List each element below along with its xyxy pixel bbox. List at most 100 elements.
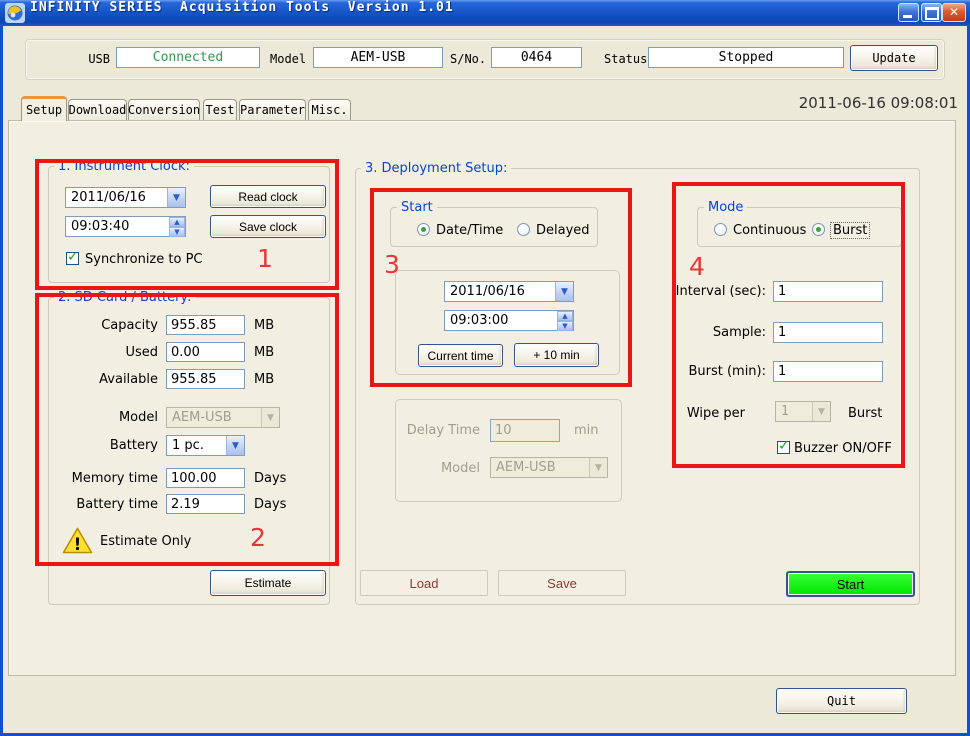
wipe-per-unit: Burst [848, 406, 882, 421]
radio-burst[interactable] [812, 223, 825, 236]
deploy-date-value: 2011/06/16 [445, 282, 555, 301]
capacity-label: Capacity [40, 318, 158, 333]
check-icon: ✓ [778, 438, 790, 454]
start-button[interactable]: Start [786, 571, 915, 597]
available-unit: MB [254, 372, 274, 387]
radio-burst-label: Burst [830, 222, 870, 239]
application-window: INFINITY SERIES Acquisition Tools Versio… [0, 0, 970, 736]
delay-panel [395, 399, 622, 502]
tab-test[interactable]: Test [203, 99, 237, 120]
model-label: Model [270, 52, 306, 66]
radio-continuous-label: Continuous [733, 223, 806, 238]
burst-min-field[interactable] [773, 361, 883, 382]
clock-time-value: 09:03:40 [66, 217, 169, 236]
plus-10-min-button[interactable]: + 10 min [514, 343, 599, 367]
chevron-down-icon[interactable]: ▼ [167, 188, 185, 207]
radio-delayed[interactable] [517, 223, 530, 236]
minimize-button[interactable] [898, 3, 919, 22]
window-title: INFINITY SERIES Acquisition Tools Versio… [30, 0, 454, 15]
estimate-only-note: Estimate Only [100, 534, 191, 549]
wipe-per-value: 1 [776, 402, 812, 421]
battery-time-label: Battery time [40, 497, 158, 512]
spin-up-icon[interactable]: ▲ [169, 217, 185, 227]
memory-time-label: Memory time [40, 471, 158, 486]
estimate-button[interactable]: Estimate [210, 570, 326, 596]
window-border-left [0, 26, 3, 736]
close-icon: ✕ [949, 5, 959, 19]
title-bar[interactable]: INFINITY SERIES Acquisition Tools Versio… [0, 0, 970, 26]
chevron-down-icon: ▼ [812, 402, 830, 421]
check-icon: ✓ [67, 249, 79, 265]
wipe-per-combo: 1 ▼ [775, 401, 831, 422]
battery-value: 1 pc. [167, 436, 226, 455]
memory-time-field[interactable] [166, 468, 245, 488]
close-button[interactable]: ✕ [942, 3, 966, 22]
sd-model-label: Model [40, 410, 158, 425]
radio-date-time[interactable] [417, 223, 430, 236]
tab-parameter[interactable]: Parameter [239, 99, 306, 120]
status-field: Stopped [648, 47, 844, 68]
sd-battery-title: 2. SD Card / Battery: [54, 290, 196, 305]
update-button[interactable]: Update [850, 45, 938, 71]
battery-combo[interactable]: 1 pc. ▼ [166, 435, 245, 456]
deploy-date-combo[interactable]: 2011/06/16 ▼ [444, 281, 574, 302]
warning-icon: ! [62, 527, 93, 555]
sd-model-combo: AEM-USB ▼ [166, 407, 280, 428]
sample-label: Sample: [650, 325, 766, 340]
deploy-time-spinner[interactable]: 09:03:00 ▲ ▼ [444, 310, 574, 331]
delay-model-value: AEM-USB [491, 458, 589, 477]
sd-model-value: AEM-USB [167, 408, 261, 427]
interval-field[interactable] [773, 281, 883, 302]
capacity-unit: MB [254, 318, 274, 333]
deployment-setup-title: 3. Deployment Setup: [361, 161, 511, 176]
delay-time-label: Delay Time [395, 423, 480, 438]
quit-button[interactable]: Quit [776, 688, 907, 714]
buzzer-checkbox[interactable]: ✓ [777, 441, 790, 454]
tab-setup[interactable]: Setup [21, 96, 67, 121]
mode-title: Mode [704, 200, 747, 215]
sample-field[interactable] [773, 322, 883, 343]
battery-time-field[interactable] [166, 494, 245, 514]
read-clock-button[interactable]: Read clock [210, 185, 326, 208]
chevron-down-icon[interactable]: ▼ [555, 282, 573, 301]
tab-misc[interactable]: Misc. [308, 99, 351, 120]
used-field[interactable] [166, 342, 245, 362]
tab-download[interactable]: Download [68, 99, 127, 120]
radio-continuous[interactable] [714, 223, 727, 236]
current-time-button[interactable]: Current time [418, 344, 503, 367]
spin-down-icon[interactable]: ▼ [169, 227, 185, 237]
delay-model-combo: AEM-USB ▼ [490, 457, 608, 478]
serial-value: 0464 [521, 50, 552, 65]
clock-date-combo[interactable]: 2011/06/16 ▼ [65, 187, 186, 208]
clock-date-value: 2011/06/16 [66, 188, 167, 207]
instrument-clock-title: 1. Instrument Clock: [54, 159, 194, 174]
svg-text:!: ! [74, 535, 82, 555]
start-mode-title: Start [397, 200, 437, 215]
maximize-button[interactable] [921, 3, 942, 22]
clock-time-spinner[interactable]: 09:03:40 ▲ ▼ [65, 216, 186, 237]
capacity-field[interactable] [166, 315, 245, 335]
chevron-down-icon[interactable]: ▼ [226, 436, 244, 455]
wipe-per-label: Wipe per [650, 406, 745, 421]
model-field: AEM-USB [313, 47, 443, 68]
load-button[interactable]: Load [360, 570, 488, 596]
buzzer-label: Buzzer ON/OFF [794, 441, 892, 456]
radio-date-time-label: Date/Time [436, 223, 503, 238]
save-clock-button[interactable]: Save clock [210, 215, 326, 238]
status-value: Stopped [719, 50, 774, 65]
available-field[interactable] [166, 369, 245, 389]
tab-conversion[interactable]: Conversion [128, 99, 200, 120]
battery-label: Battery [40, 438, 158, 453]
spin-down-icon[interactable]: ▼ [557, 321, 573, 331]
chevron-down-icon: ▼ [261, 408, 279, 427]
current-datetime: 2011-06-16 09:08:01 [738, 94, 958, 112]
usb-status-field: Connected [116, 47, 260, 68]
spin-up-icon[interactable]: ▲ [557, 311, 573, 321]
sync-to-pc-checkbox[interactable]: ✓ [66, 252, 79, 265]
chevron-down-icon: ▼ [589, 458, 607, 477]
delay-time-field [490, 419, 560, 442]
save-button[interactable]: Save [498, 570, 626, 596]
radio-delayed-label: Delayed [536, 223, 590, 238]
interval-label: Interval (sec): [650, 284, 766, 299]
burst-min-label: Burst (min): [650, 364, 766, 379]
